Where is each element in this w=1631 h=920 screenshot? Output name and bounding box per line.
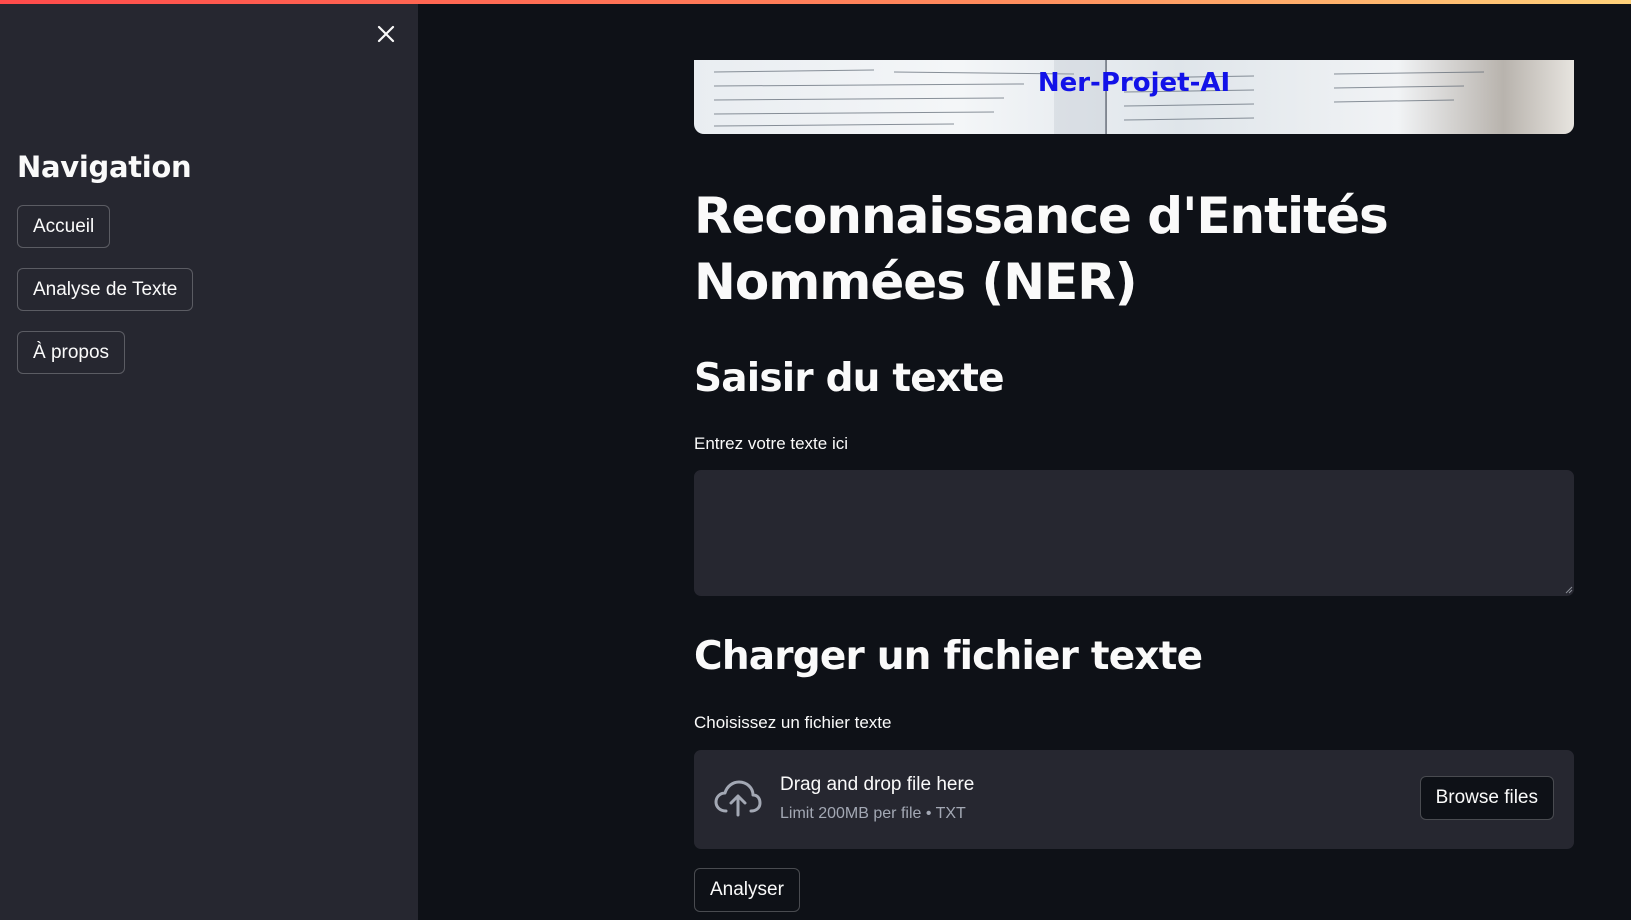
text-input-label: Entrez votre texte ici xyxy=(694,434,849,453)
cloud-upload-icon xyxy=(714,780,762,817)
sidebar-item-a-propos[interactable]: À propos xyxy=(17,331,126,374)
browse-files-button[interactable]: Browse files xyxy=(1419,776,1554,820)
resize-handle-icon[interactable] xyxy=(1563,584,1573,594)
close-icon xyxy=(377,25,395,43)
file-dropzone[interactable]: Drag and drop file here Limit 200MB per … xyxy=(694,750,1574,849)
dropzone-limit-text: Limit 200MB per file • TXT xyxy=(780,805,966,822)
sidebar-item-analyse-de-texte[interactable]: Analyse de Texte xyxy=(17,268,194,311)
page-title: Reconnaissance d'Entités Nommées (NER) xyxy=(694,187,1389,311)
text-section-heading: Saisir du texte xyxy=(694,356,1005,401)
analyze-button[interactable]: Analyser xyxy=(694,868,800,912)
dropzone-text: Drag and drop file here xyxy=(780,774,975,795)
sidebar-title: Navigation xyxy=(17,150,192,184)
text-input[interactable] xyxy=(694,470,1574,596)
top-decoration-bar xyxy=(0,0,1631,4)
close-sidebar-button[interactable] xyxy=(374,22,398,46)
main-content: Ner-Projet-AI Reconnaissance d'Entités N… xyxy=(418,0,1631,920)
banner-image: Ner-Projet-AI xyxy=(694,60,1574,134)
banner-title: Ner-Projet-AI xyxy=(1037,68,1231,98)
file-section-heading: Charger un fichier texte xyxy=(694,634,1203,679)
sidebar: Navigation Accueil Analyse de Texte À pr… xyxy=(0,0,418,920)
sidebar-item-accueil[interactable]: Accueil xyxy=(17,205,111,248)
file-input-label: Choisissez un fichier texte xyxy=(694,713,892,732)
